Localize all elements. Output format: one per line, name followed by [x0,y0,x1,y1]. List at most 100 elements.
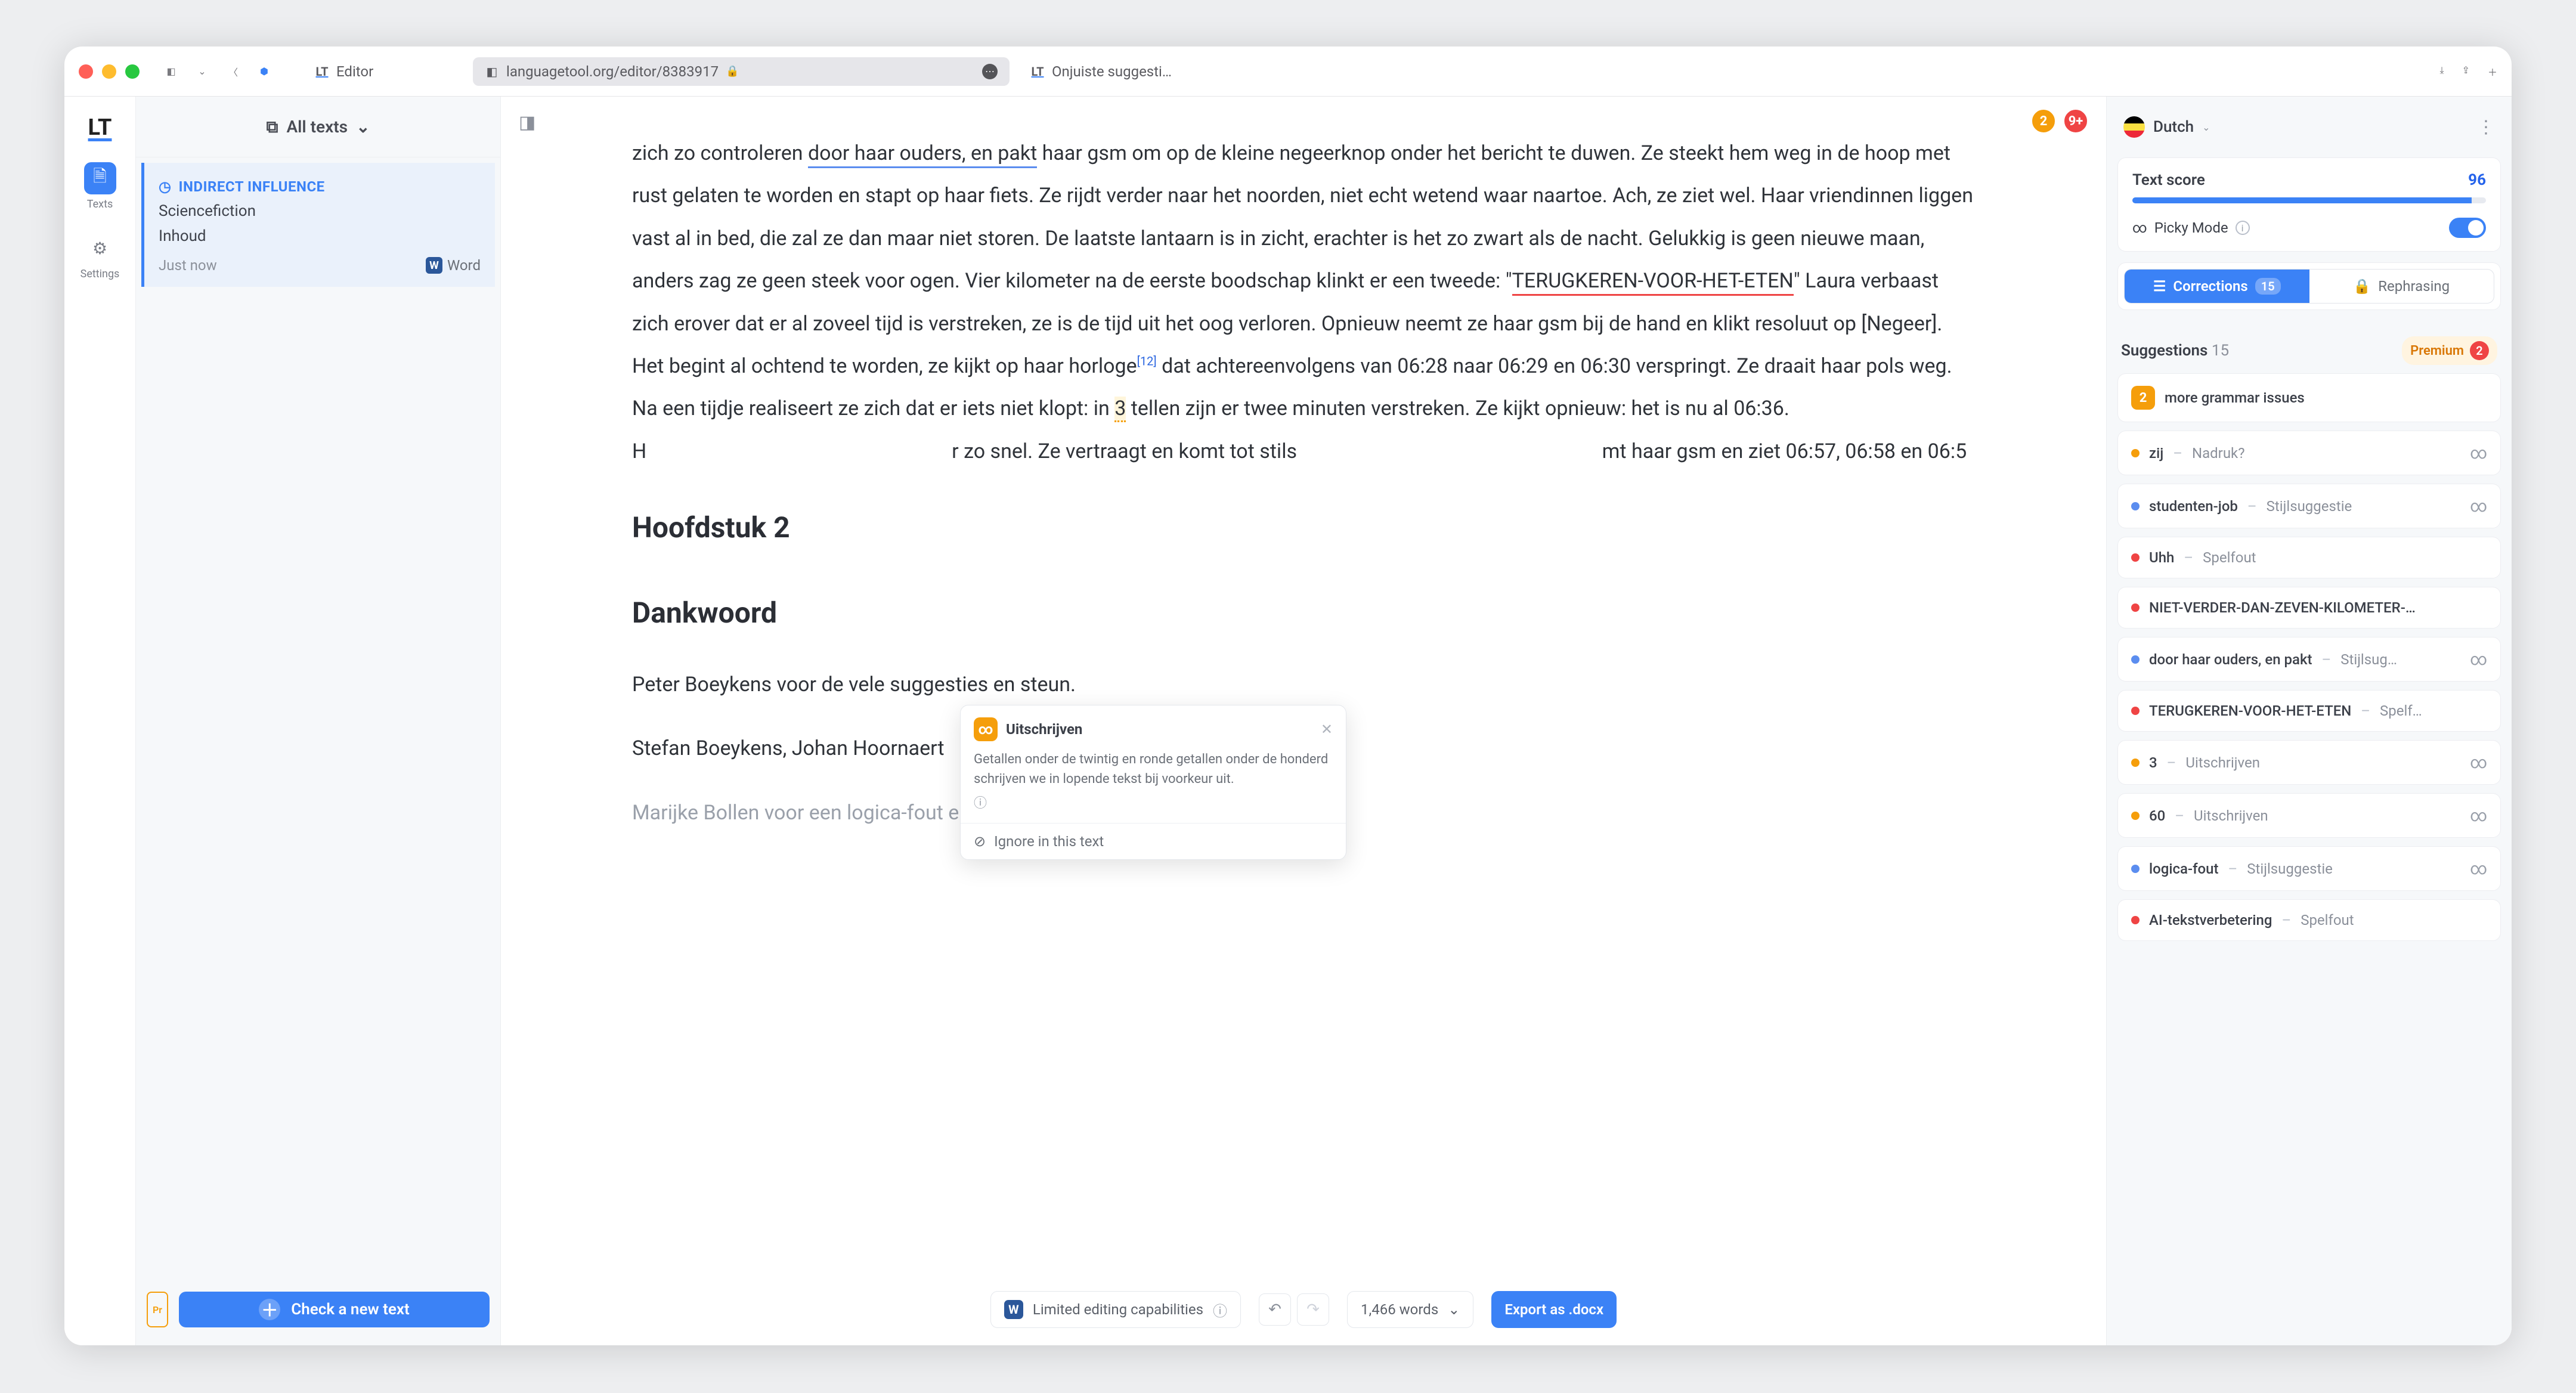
rail-texts[interactable]: 🗎 Texts [79,162,122,211]
sidebar-toggle-icon[interactable]: ◧ [161,61,181,82]
spelling-issue[interactable]: TERUGKEREN-VOOR-HET-ETEN [1512,269,1794,296]
lt-favicon-icon: LT [315,64,329,79]
info-icon: ⓘ [1213,1299,1227,1320]
score-card: Text score 96 ∞ Picky Mode i [2117,157,2501,252]
flag-icon [2123,116,2145,138]
word-count[interactable]: 1,466 words ⌄ [1347,1291,1473,1328]
redo-icon[interactable]: ↷ [1297,1293,1329,1326]
score-row: Text score 96 [2132,171,2486,189]
text: r zo snel. Ze vertraagt en komt tot stil… [952,439,1297,463]
suggestion-text: zij [2149,445,2163,462]
language-selector[interactable]: Dutch ⌄ ⋮ [2117,97,2501,157]
rail-settings[interactable]: ⚙ Settings [79,232,122,280]
titlebar: ◧ ⌄ 〈 ⬢ LT Editor ◧ languagetool.org/edi… [64,47,2512,97]
premium-label: Premium [2410,343,2464,358]
reader-icon[interactable]: ⋯ [982,64,998,79]
undo-icon[interactable]: ↶ [1259,1293,1291,1326]
separator: – [2173,445,2182,462]
tab-rephrasing[interactable]: 🔒 Rephrasing [2309,270,2494,303]
heading: Dankwoord [632,583,1975,643]
paragraph: Peter Boeykens voor de vele suggesties e… [632,664,1975,706]
word-icon: W [1004,1300,1023,1319]
left-rail: LT 🗎 Texts ⚙ Settings [64,97,136,1345]
suggestion-item[interactable]: studenten-job – Stijlsuggestie∞ [2117,484,2501,528]
word-badge: W Word [426,257,481,274]
error-count[interactable]: 9+ [2063,109,2088,134]
download-icon[interactable]: ⤓ [2440,64,2444,79]
new-text-button[interactable]: ＋ Check a new text [179,1292,490,1327]
tab-other[interactable]: LT Onjuiste suggesti… [1018,57,1184,86]
suggestion-text: TERUGKEREN-VOOR-HET-ETEN [2149,702,2351,719]
tab-editor[interactable]: LT Editor [303,57,464,86]
more-menu-icon[interactable]: ⋮ [2477,117,2495,138]
minimize-window[interactable] [102,64,116,79]
suggestion-item[interactable]: 3 – Uitschrijven∞ [2117,740,2501,785]
number-issue[interactable]: 3 [1114,397,1126,422]
clock-icon: ◷ [159,178,171,195]
separator: – [2184,549,2193,566]
close-window[interactable] [79,64,93,79]
separator: – [2228,860,2238,877]
style-issue[interactable]: door haar ouders, en pakt [808,141,1037,168]
export-button[interactable]: Export as .docx [1491,1291,1617,1328]
suggestion-item[interactable]: logica-fout – Stijlsuggestie∞ [2117,846,2501,891]
suggestion-hint: Stijlsug… [2340,651,2397,668]
popover-footer[interactable]: ⊘ Ignore in this text [961,823,1346,859]
info-icon[interactable]: ⓘ [974,794,1333,813]
panel-toggle-icon[interactable]: ◨ [519,112,535,133]
suggestion-item[interactable]: Uhh – Spelfout [2117,537,2501,578]
tab-corrections[interactable]: ☰ Corrections 15 [2125,270,2309,303]
maximize-window[interactable] [125,64,140,79]
popover-body: Getallen onder de twintig en ronde getal… [961,747,1346,823]
severity-dot [2131,502,2140,510]
heading: Hoofdstuk 2 [632,498,1975,558]
text: mt haar gsm en ziet 06:57, 06:58 en 06:5 [1602,439,1967,463]
app-logo[interactable]: LT [88,114,112,141]
doc-time: Just now [159,257,217,274]
suggestion-text: Uhh [2149,549,2174,566]
premium-badge[interactable]: Pr [147,1292,168,1327]
warning-count[interactable]: 2 [2031,109,2056,134]
separator: – [2281,912,2291,928]
severity-dot [2131,812,2140,820]
popover-title: Uitschrijven [1006,721,1082,738]
new-tab-icon[interactable]: ＋ [2488,64,2497,79]
suggestion-item[interactable]: AI-tekstverbetering – Spelfout [2117,899,2501,941]
shield-icon[interactable]: ⬢ [254,61,274,82]
suggestion-item[interactable]: zij – Nadruk?∞ [2117,431,2501,475]
separator: – [2175,807,2184,824]
separator: – [2247,498,2257,515]
score-progress [2132,197,2486,203]
sidebar-header[interactable]: ⧉ All texts ⌄ [136,97,500,157]
severity-dot [2131,553,2140,562]
text: zich zo controleren [632,141,808,165]
document-card[interactable]: ◷ INDIRECT INFLUENCE Sciencefiction Inho… [141,163,495,287]
popover-text: Getallen onder de twintig en ronde getal… [974,752,1328,787]
footnote-ref[interactable]: [12] [1137,354,1157,369]
severity-dot [2131,865,2140,873]
rail-label: Texts [87,198,113,211]
plus-icon: ＋ [259,1299,280,1320]
chevron-down-icon[interactable]: ⌄ [192,61,212,82]
tab-current[interactable]: ◧ languagetool.org/editor/8383917 🔒 ⋯ [473,57,1010,86]
close-icon[interactable]: ✕ [1321,721,1333,738]
picky-toggle[interactable] [2449,218,2486,238]
suggestion-item[interactable]: door haar ouders, en pakt – Stijlsug…∞ [2117,637,2501,682]
suggestion-item[interactable]: NIET-VERDER-DAN-ZEVEN-KILOMETER-… [2117,587,2501,629]
suggestion-item[interactable]: 2more grammar issues [2117,373,2501,422]
word-icon: W [426,257,442,274]
suggestion-item[interactable]: 60 – Uitschrijven∞ [2117,793,2501,838]
score-value: 96 [2468,171,2486,189]
infinity-icon: ∞ [2470,443,2487,463]
share-icon[interactable]: ⇪ [2462,64,2470,79]
rail-label: Settings [80,268,120,280]
premium-pill[interactable]: Premium 2 [2402,336,2497,365]
undo-redo: ↶ ↷ [1259,1293,1329,1326]
limited-editing-notice[interactable]: W Limited editing capabilities ⓘ [990,1291,1241,1328]
tab-bar: LT Editor ◧ languagetool.org/editor/8383… [303,57,2411,86]
back-icon[interactable]: 〈 [223,61,243,82]
info-icon[interactable]: i [2236,221,2250,235]
suggestion-item[interactable]: TERUGKEREN-VOOR-HET-ETEN – Spelf… [2117,690,2501,732]
doc-title: INDIRECT INFLUENCE [178,178,324,195]
traffic-lights [79,64,140,79]
